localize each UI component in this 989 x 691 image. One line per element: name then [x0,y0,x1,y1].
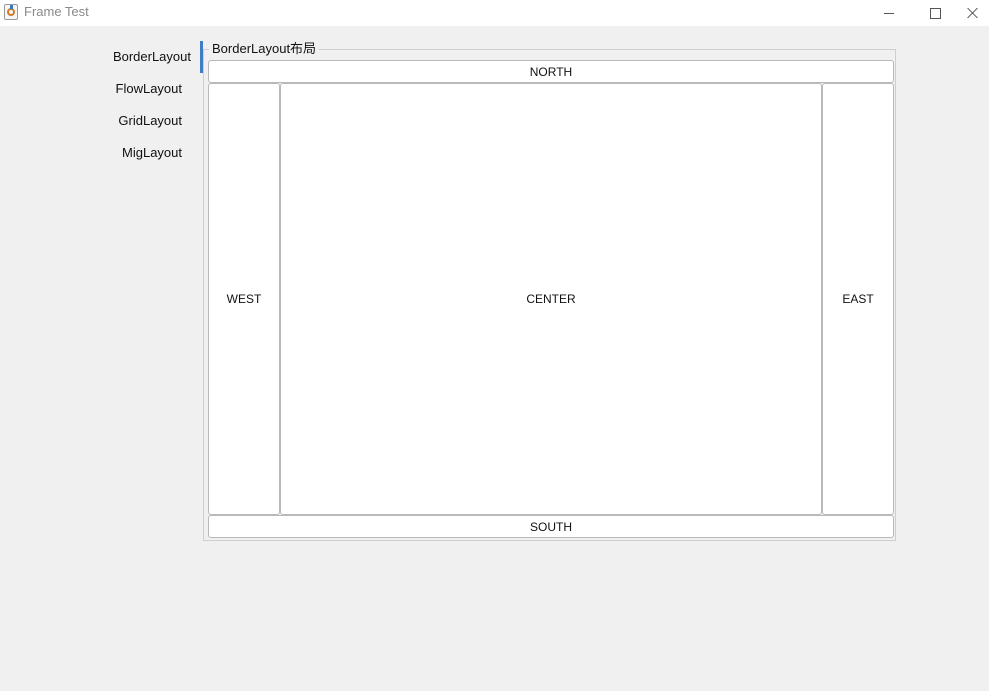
java-app-icon [4,4,18,20]
minimize-button[interactable] [866,0,912,26]
tab-miglayout[interactable]: MigLayout [122,137,182,169]
minimize-icon [884,12,894,14]
maximize-icon [929,7,941,19]
tab-borderlayout[interactable]: BorderLayout [113,41,191,73]
east-button[interactable]: EAST [822,83,894,515]
west-button[interactable]: WEST [208,83,280,515]
north-button[interactable]: NORTH [208,60,894,83]
panel-group-title: BorderLayout布局 [209,41,320,57]
maximize-button[interactable] [912,0,958,26]
title-bar: Frame Test [0,0,989,26]
tab-flowlayout[interactable]: FlowLayout [116,73,182,105]
south-button[interactable]: SOUTH [208,515,894,538]
window-title: Frame Test [24,4,89,19]
center-button[interactable]: CENTER [280,83,822,515]
tab-gridlayout[interactable]: GridLayout [118,105,182,137]
close-icon [967,7,979,19]
close-button[interactable] [956,0,989,26]
